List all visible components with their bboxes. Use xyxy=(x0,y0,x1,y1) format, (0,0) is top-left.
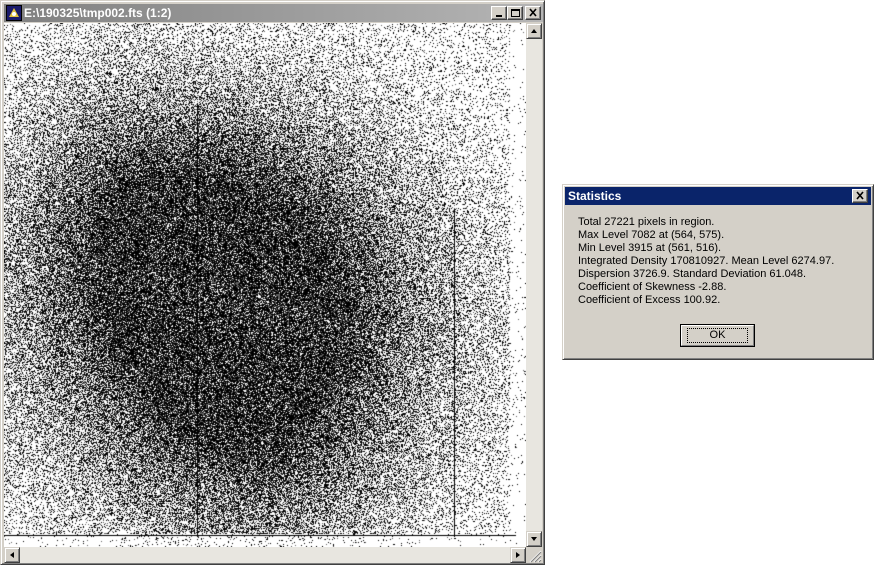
scroll-left-button[interactable] xyxy=(4,547,20,563)
resize-grip[interactable] xyxy=(526,547,542,563)
minimize-icon xyxy=(496,15,502,17)
arrow-right-icon xyxy=(516,552,520,558)
maximize-icon xyxy=(511,9,520,17)
fits-image-canvas[interactable] xyxy=(4,23,526,547)
image-window: E:\190325\tmp002.fts (1:2) xyxy=(0,0,545,565)
stat-total-pixels: Total 27221 pixels in region. xyxy=(578,216,715,228)
arrow-down-icon xyxy=(531,537,537,541)
minimize-button[interactable] xyxy=(491,6,507,20)
close-icon xyxy=(529,8,537,17)
arrow-left-icon xyxy=(10,552,14,558)
stat-skewness: Coefficient of Skewness -2.88. xyxy=(578,281,727,293)
close-button[interactable] xyxy=(525,6,541,20)
stat-dispersion: Dispersion 3726.9. Standard Deviation 61… xyxy=(578,268,807,280)
stat-min-level: Min Level 3915 at (561, 516). xyxy=(578,242,722,254)
window-controls xyxy=(491,6,541,20)
scroll-up-button[interactable] xyxy=(526,23,542,39)
ok-button[interactable]: OK xyxy=(680,324,755,347)
horizontal-scrollbar[interactable] xyxy=(4,547,526,563)
image-window-titlebar[interactable]: E:\190325\tmp002.fts (1:2) xyxy=(4,4,543,22)
scroll-down-button[interactable] xyxy=(526,531,542,547)
maximize-button[interactable] xyxy=(507,6,523,20)
ok-label: OK xyxy=(686,328,749,343)
statistics-text: Total 27221 pixels in region. Max Level … xyxy=(578,216,834,307)
resize-grip-icon xyxy=(529,550,542,563)
statistics-title: Statistics xyxy=(568,189,622,203)
fits-image[interactable] xyxy=(4,23,526,547)
close-icon xyxy=(856,191,864,200)
statistics-dialog: Statistics Total 27221 pixels in region.… xyxy=(562,184,874,360)
stat-excess: Coefficient of Excess 100.92. xyxy=(578,294,721,306)
stat-max-level: Max Level 7082 at (564, 575). xyxy=(578,229,725,241)
statistics-titlebar[interactable]: Statistics xyxy=(565,187,871,205)
scroll-right-button[interactable] xyxy=(510,547,526,563)
statistics-close-button[interactable] xyxy=(852,189,868,203)
vertical-scrollbar[interactable] xyxy=(526,23,542,547)
app-logo-icon[interactable] xyxy=(6,5,22,21)
image-window-title: E:\190325\tmp002.fts (1:2) xyxy=(24,6,172,20)
arrow-up-icon xyxy=(531,29,537,33)
stat-density-mean: Integrated Density 170810927. Mean Level… xyxy=(578,255,835,267)
